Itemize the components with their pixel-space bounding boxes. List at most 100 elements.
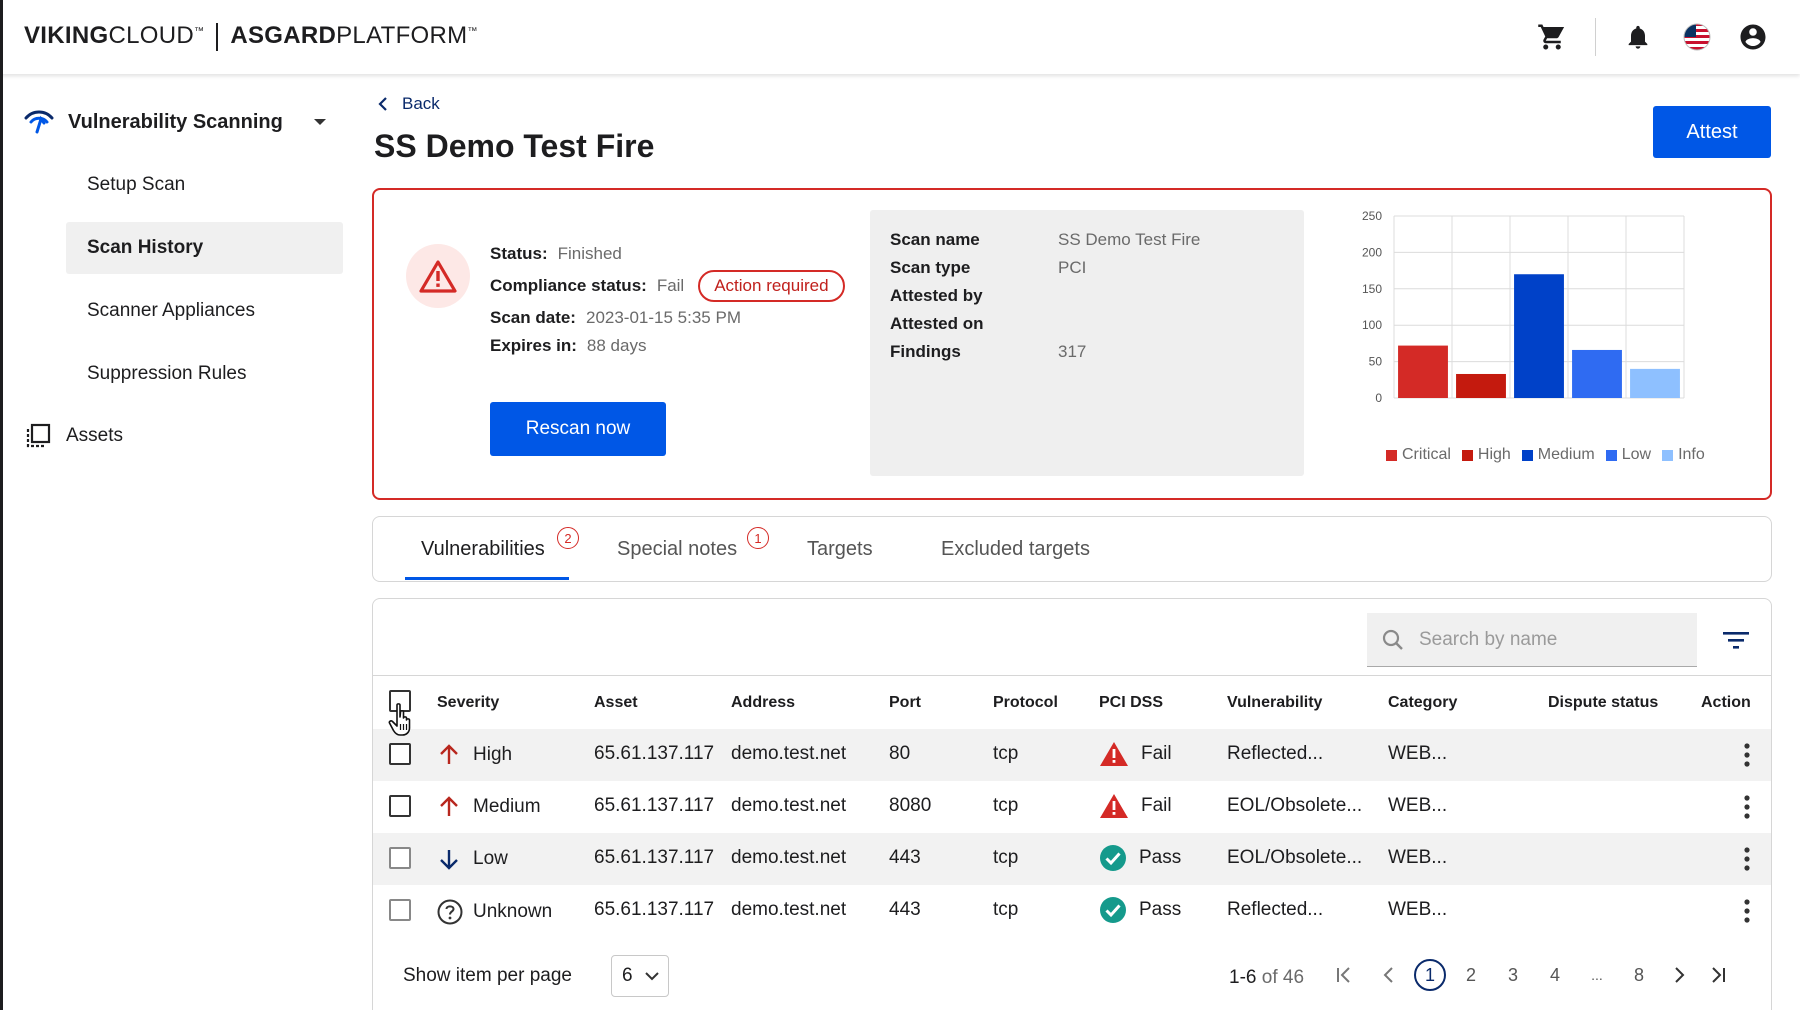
protocol-cell: tcp [993, 743, 1019, 764]
sidebar-section-vulnerability-scanning[interactable]: Vulnerability Scanning [24, 106, 344, 138]
prev-page-icon[interactable] [1377, 957, 1399, 993]
col-protocol[interactable]: Protocol [993, 694, 1058, 712]
port-cell: 443 [889, 847, 921, 868]
col-vulnerability[interactable]: Vulnerability [1227, 694, 1322, 712]
detail-value: 317 [1058, 342, 1087, 361]
question-icon [437, 899, 463, 925]
detail-key: Attested on [890, 314, 984, 333]
more-vert-icon[interactable] [1735, 791, 1759, 823]
legend-label: Medium [1537, 446, 1595, 463]
col-port[interactable]: Port [889, 694, 921, 712]
row-checkbox[interactable] [389, 795, 411, 817]
sidebar-item-setup-scan[interactable]: Setup Scan [66, 159, 343, 211]
tab-excluded-targets[interactable]: Excluded targets [941, 517, 1090, 581]
col-category[interactable]: Category [1388, 694, 1457, 712]
last-page-icon[interactable] [1707, 957, 1729, 993]
page-3[interactable]: 3 [1502, 957, 1524, 993]
page-4[interactable]: 4 [1544, 957, 1566, 993]
table-row[interactable]: Medium 65.61.137.117 demo.test.net 8080 … [373, 781, 1771, 833]
chart-y-tick-label: 100 [1362, 318, 1382, 332]
tab-vulnerabilities[interactable]: Vulnerabilities [421, 517, 545, 581]
legend-item-info[interactable]: Info [1662, 446, 1705, 464]
sidebar-item-suppression-rules[interactable]: Suppression Rules [66, 348, 343, 400]
legend-item-critical[interactable]: Critical [1386, 446, 1451, 464]
range-start: 1-6 [1229, 967, 1257, 988]
severity-text: Low [473, 848, 508, 869]
row-checkbox[interactable] [389, 847, 411, 869]
legend-item-high[interactable]: High [1461, 446, 1511, 464]
arrow-up-icon [440, 796, 458, 816]
tab-special-notes[interactable]: Special notes [617, 517, 737, 581]
sidebar-item-assets[interactable]: Assets [24, 422, 123, 450]
legend-item-medium[interactable]: Medium [1521, 446, 1595, 464]
col-dispute-status[interactable]: Dispute status [1548, 694, 1658, 712]
chart-bar-info[interactable] [1630, 368, 1680, 398]
back-label: Back [402, 94, 440, 113]
col-asset[interactable]: Asset [594, 694, 638, 712]
row-checkbox[interactable] [389, 743, 411, 765]
row-checkbox[interactable] [389, 899, 411, 921]
fail-triangle-icon [1100, 742, 1128, 766]
table-row[interactable]: High 65.61.137.117 demo.test.net 80 tcp … [373, 729, 1771, 781]
filter-icon[interactable] [1719, 625, 1753, 655]
platform-secondary: PLATFORM [336, 22, 468, 49]
chart-bar-critical[interactable] [1398, 345, 1448, 398]
next-page-icon[interactable] [1669, 957, 1691, 993]
search-box[interactable] [1367, 613, 1697, 667]
chart-bar-medium[interactable] [1514, 274, 1564, 398]
caret-down-icon[interactable] [313, 117, 327, 127]
account-icon[interactable] [1736, 20, 1770, 54]
table-row[interactable]: Low 65.61.137.117 demo.test.net 443 tcp … [373, 833, 1771, 885]
back-link[interactable]: Back [378, 94, 440, 114]
more-vert-icon[interactable] [1735, 895, 1759, 927]
tab-targets[interactable]: Targets [807, 517, 873, 581]
chevron-left-icon [378, 97, 387, 111]
vulnerability-cell[interactable]: Reflected... [1227, 743, 1323, 765]
category-cell: WEB... [1388, 899, 1448, 920]
pci-text: Pass [1139, 899, 1182, 920]
col-severity[interactable]: Severity [437, 694, 499, 712]
first-page-icon[interactable] [1333, 957, 1355, 993]
pci-cell: Fail [1099, 792, 1172, 820]
legend-swatch [1605, 449, 1617, 461]
legend-swatch [1461, 449, 1473, 461]
legend-item-low[interactable]: Low [1605, 446, 1651, 464]
page-8[interactable]: 8 [1628, 957, 1650, 993]
table-row[interactable]: Unknown 65.61.137.117 demo.test.net 443 … [373, 885, 1771, 937]
us-flag-icon[interactable] [1680, 20, 1714, 54]
vulnerability-cell[interactable]: EOL/Obsolete... [1227, 847, 1362, 869]
attest-button[interactable]: Attest [1653, 106, 1771, 158]
chart-bar-low[interactable] [1572, 349, 1622, 398]
rescan-now-button[interactable]: Rescan now [490, 402, 666, 456]
brand-logo[interactable]: VIKINGCLOUD™ ASGARDPLATFORM™ [24, 22, 478, 51]
tab-label: Targets [807, 537, 873, 560]
more-vert-icon[interactable] [1735, 843, 1759, 875]
col-address[interactable]: Address [731, 694, 795, 712]
chart-bar-high[interactable] [1456, 373, 1506, 398]
per-page-select[interactable]: 6 [611, 955, 669, 997]
sidebar-item-scan-history[interactable]: Scan History [66, 222, 343, 274]
page-1[interactable]: 1 [1414, 959, 1446, 991]
cart-icon[interactable] [1535, 20, 1569, 54]
page-2[interactable]: 2 [1460, 957, 1482, 993]
tab-vulnerabilities-badge: 2 [557, 527, 579, 549]
detail-findings: Findings 317 [890, 342, 1086, 362]
col-pci-dss[interactable]: PCI DSS [1099, 694, 1163, 712]
platform-primary: ASGARD [230, 22, 337, 49]
category-cell: WEB... [1388, 847, 1448, 868]
vulnerabilities-table-card: Severity Asset Address Port Protocol PCI… [372, 598, 1772, 1010]
more-vert-icon[interactable] [1735, 739, 1759, 771]
search-input[interactable] [1419, 628, 1679, 651]
brand-divider [216, 22, 219, 51]
asset-cell: 65.61.137.117 [594, 847, 715, 868]
bell-icon[interactable] [1621, 20, 1655, 54]
sidebar-item-scanner-appliances[interactable]: Scanner Appliances [66, 285, 343, 337]
check-circle-icon [1100, 845, 1126, 871]
vulnerability-cell[interactable]: Reflected... [1227, 899, 1323, 921]
compliance-value: Fail [656, 276, 685, 295]
asset-cell: 65.61.137.117 [594, 795, 715, 816]
vulnerability-cell[interactable]: EOL/Obsolete... [1227, 795, 1362, 817]
radar-icon [24, 110, 54, 134]
address-cell: demo.test.net [731, 795, 847, 816]
arrow-down-icon [440, 850, 458, 870]
